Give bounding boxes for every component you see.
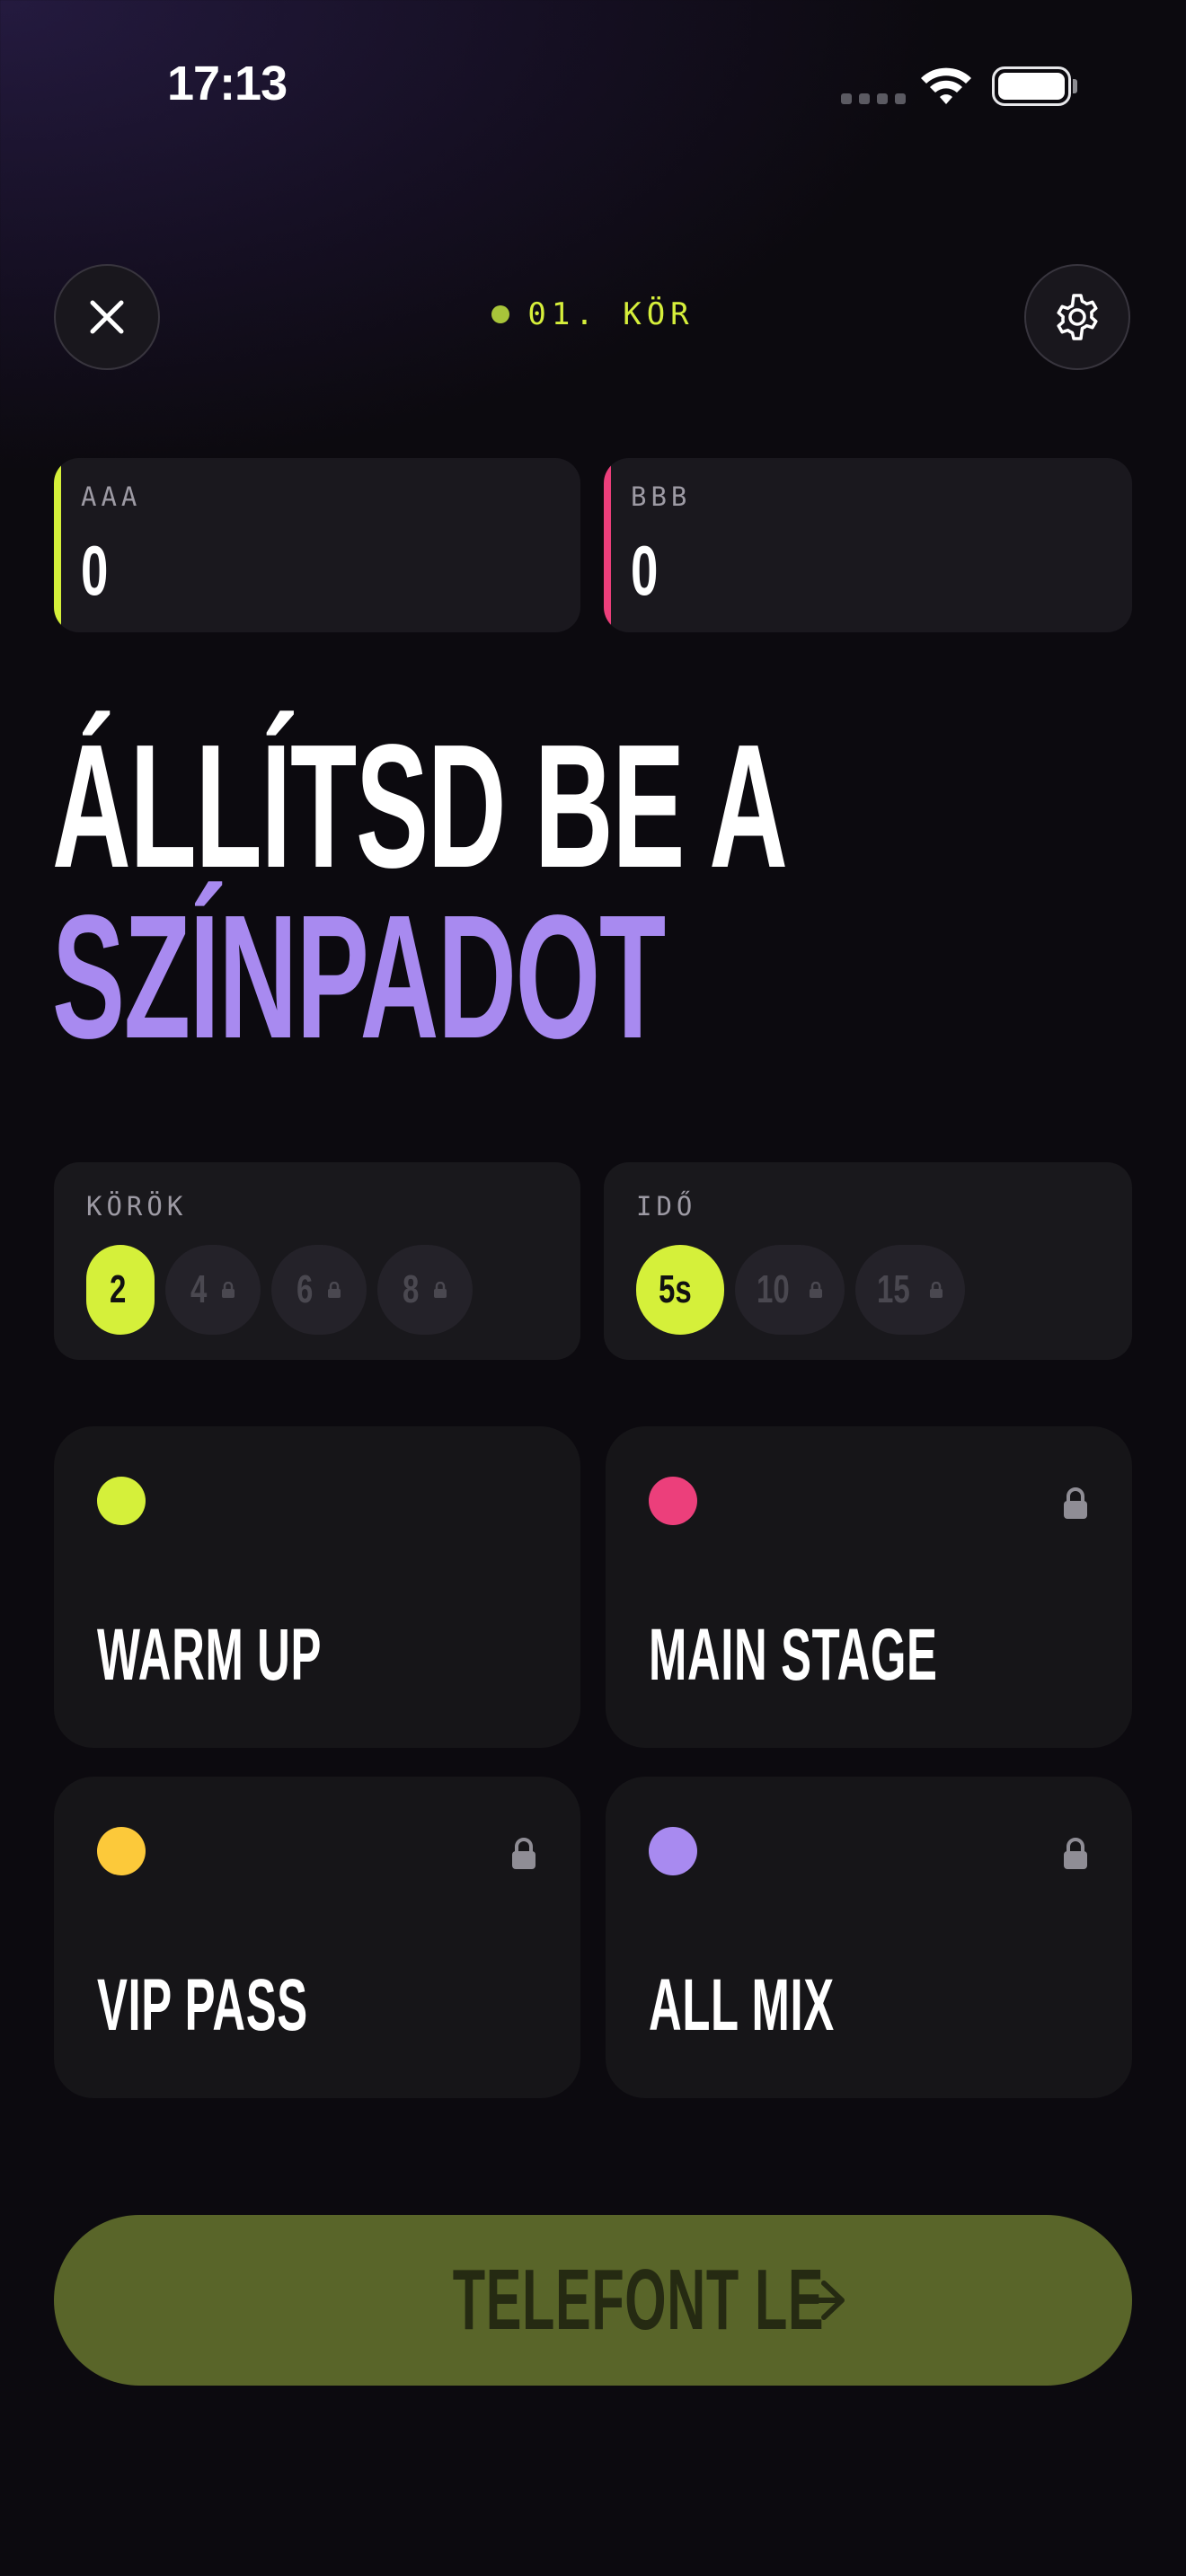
mode-color-dot: [649, 1827, 697, 1875]
team-b-score: 0: [631, 531, 659, 610]
mode-label: VIP PASS: [97, 1964, 308, 2046]
team-b-name: BBB: [631, 481, 692, 512]
start-button-label: TELEFONT LE: [452, 2252, 824, 2348]
settings-button[interactable]: [1024, 264, 1130, 370]
score-card-team-b: BBB 0: [604, 458, 1132, 632]
lock-icon: [930, 1282, 943, 1298]
team-a-score: 0: [81, 531, 109, 610]
round-label: 01. KÖR: [527, 296, 695, 332]
mode-color-dot: [97, 1827, 146, 1875]
start-button[interactable]: TELEFONT LE: [54, 2215, 1132, 2386]
rounds-title: KÖRÖK: [86, 1191, 188, 1222]
mode-color-dot: [97, 1477, 146, 1525]
rounds-selector: KÖRÖK 2 4 6 8: [54, 1162, 580, 1360]
lock-icon: [512, 1838, 535, 1869]
rounds-chip-2[interactable]: 2: [86, 1245, 155, 1335]
round-indicator: 01. KÖR: [0, 296, 1186, 332]
time-chip-10[interactable]: 10: [735, 1245, 845, 1335]
lock-icon: [328, 1282, 341, 1298]
rounds-chip-4[interactable]: 4: [165, 1245, 261, 1335]
score-card-team-a: AAA 0: [54, 458, 580, 632]
mode-label: ALL MIX: [649, 1964, 835, 2046]
rounds-chip-6[interactable]: 6: [271, 1245, 367, 1335]
mode-card-warm-up[interactable]: WARM UP: [54, 1426, 580, 1748]
mode-card-main-stage[interactable]: MAIN STAGE: [606, 1426, 1132, 1748]
rounds-chip-8[interactable]: 8: [377, 1245, 473, 1335]
mode-card-all-mix[interactable]: ALL MIX: [606, 1777, 1132, 2098]
status-time: 17:13: [167, 57, 288, 110]
round-dot: [491, 305, 510, 323]
lock-icon: [1064, 1487, 1087, 1519]
page-title: ÁLLÍTSD BE A SZÍNPADOT: [52, 708, 1186, 1075]
lock-icon: [434, 1282, 447, 1298]
team-a-color-bar: [54, 458, 61, 632]
mode-label: MAIN STAGE: [649, 1614, 938, 1696]
title-line-2: SZÍNPADOT: [52, 878, 666, 1075]
time-chip-15[interactable]: 15: [855, 1245, 965, 1335]
mode-label: WARM UP: [97, 1614, 323, 1696]
lock-icon: [810, 1282, 823, 1298]
lock-icon: [222, 1282, 235, 1298]
title-line-1: ÁLLÍTSD BE A: [52, 708, 788, 904]
cellular-signal-icon: [841, 93, 906, 104]
time-title: IDŐ: [636, 1191, 697, 1222]
gear-icon: [1057, 294, 1098, 340]
time-selector: IDŐ 5s 10 15: [604, 1162, 1132, 1360]
mode-card-vip-pass[interactable]: VIP PASS: [54, 1777, 580, 2098]
team-a-name: AAA: [81, 481, 142, 512]
lock-icon: [1064, 1838, 1087, 1869]
wifi-icon: [921, 67, 971, 104]
time-chip-5s[interactable]: 5s: [636, 1245, 724, 1335]
team-b-color-bar: [604, 458, 611, 632]
battery-icon: [992, 66, 1071, 106]
battery-nub: [1073, 79, 1077, 93]
mode-color-dot: [649, 1477, 697, 1525]
